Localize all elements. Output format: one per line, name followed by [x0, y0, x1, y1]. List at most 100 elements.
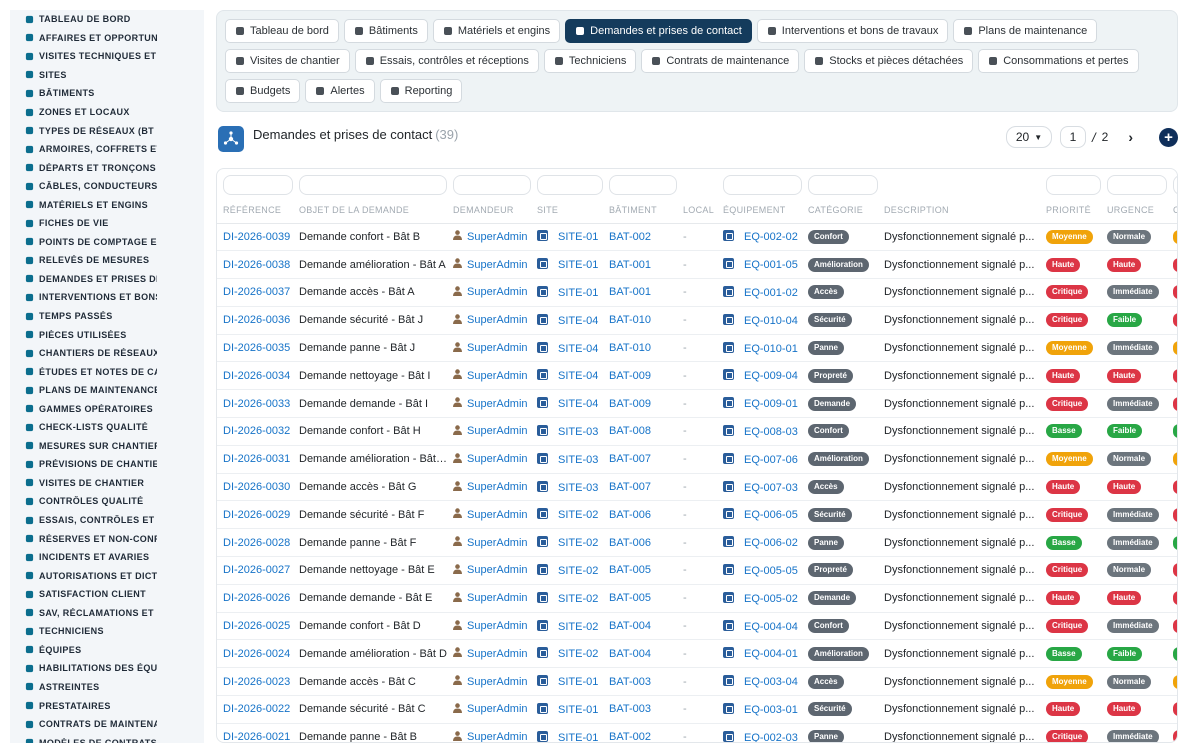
column-header[interactable]: OBJET DE LA DEMANDE — [293, 197, 447, 224]
reference-link[interactable]: DI-2026-0028 — [217, 529, 293, 557]
site-link[interactable]: SITE-04 — [558, 343, 598, 355]
column-header[interactable]: ÉQUIPEMENT — [717, 197, 802, 224]
reference-link[interactable]: DI-2026-0024 — [217, 640, 293, 668]
sidebar-item[interactable]: DEMANDES ET PRISES DE CONTACT — [10, 270, 204, 289]
demandeur-link[interactable]: SuperAdmin — [453, 453, 528, 466]
sidebar-item[interactable]: PIÈCES UTILISÉES — [10, 325, 204, 344]
site-link[interactable]: SITE-01 — [558, 231, 598, 243]
tab[interactable]: Alertes — [305, 79, 375, 103]
sidebar-item[interactable]: PLANS DE MAINTENANCE — [10, 381, 204, 400]
table-row[interactable]: DI-2026-0021 Demande panne - Bât B SuperAd… — [217, 723, 1177, 742]
reference-link[interactable]: DI-2026-0025 — [217, 612, 293, 640]
site-link[interactable]: SITE-01 — [558, 259, 598, 271]
demandeur-link[interactable]: SuperAdmin — [453, 341, 528, 355]
sidebar-item[interactable]: CHECK-LISTS QUALITÉ — [10, 418, 204, 437]
sidebar-item[interactable]: CONTRÔLES QUALITÉ — [10, 492, 204, 511]
site-link[interactable]: SITE-01 — [558, 676, 598, 688]
sidebar-item[interactable]: ESSAIS, CONTRÔLES ET RÉCEPTIONS — [10, 511, 204, 530]
tab[interactable]: Contrats de maintenance — [641, 49, 800, 73]
sidebar-item[interactable]: CÂBLES, CONDUCTEURS — [10, 177, 204, 196]
reference-link[interactable]: DI-2026-0027 — [217, 557, 293, 585]
table-row[interactable]: DI-2026-0036 Demande sécurité - Bât J Supe… — [217, 306, 1177, 335]
sidebar-item[interactable]: SAV, RÉCLAMATIONS ET GARANTIES — [10, 604, 204, 623]
site-link[interactable]: SITE-04 — [558, 315, 598, 327]
table-row[interactable]: DI-2026-0033 Demande demande - Bât I Super… — [217, 390, 1177, 418]
column-header[interactable]: C — [1167, 197, 1177, 224]
demandeur-link[interactable]: SuperAdmin — [453, 230, 528, 243]
equipement-link[interactable]: EQ-005-02 — [744, 593, 798, 605]
site-link[interactable]: SITE-01 — [558, 732, 598, 742]
sidebar-item[interactable]: AFFAIRES ET OPPORTUNITÉS — [10, 29, 204, 48]
sidebar-item[interactable]: VISITES TECHNIQUES ET AUDITS — [10, 47, 204, 66]
column-header[interactable]: PRIORITÉ — [1040, 197, 1101, 224]
demandeur-link[interactable]: SuperAdmin — [453, 675, 528, 688]
tab[interactable]: Visites de chantier — [225, 49, 350, 73]
reference-link[interactable]: DI-2026-0039 — [217, 223, 293, 251]
sidebar-item[interactable]: TECHNICIENS — [10, 622, 204, 641]
batiment-link[interactable]: BAT-004 — [603, 612, 677, 640]
table-row[interactable]: DI-2026-0034 Demande nettoyage - Bât I Sup… — [217, 362, 1177, 390]
equipement-link[interactable]: EQ-005-05 — [744, 565, 798, 577]
demandeur-link[interactable]: SuperAdmin — [453, 508, 528, 521]
tab[interactable]: Consommations et pertes — [978, 49, 1139, 73]
column-filter-input[interactable] — [1046, 174, 1101, 195]
tab[interactable]: Techniciens — [543, 49, 637, 73]
sidebar-item[interactable]: ÉQUIPES — [10, 641, 204, 660]
sidebar-item[interactable]: INCIDENTS ET AVARIES — [10, 548, 204, 567]
site-link[interactable]: SITE-02 — [558, 621, 598, 633]
sidebar-item[interactable]: TYPES DE RÉSEAUX (BT / HTA) — [10, 121, 204, 140]
sidebar-item[interactable]: VISITES DE CHANTIER — [10, 474, 204, 493]
sidebar-item[interactable]: TEMPS PASSÉS — [10, 307, 204, 326]
column-filter-input[interactable] — [1173, 174, 1177, 195]
sidebar-item[interactable]: PRESTATAIRES — [10, 696, 204, 715]
table-row[interactable]: DI-2026-0029 Demande sécurité - Bât F Supe… — [217, 501, 1177, 529]
tab[interactable]: Bâtiments — [343, 19, 428, 43]
site-link[interactable]: SITE-02 — [558, 537, 598, 549]
sidebar-item[interactable]: RÉSERVES ET NON-CONFORMITÉS — [10, 529, 204, 548]
equipement-link[interactable]: EQ-007-06 — [744, 454, 798, 466]
site-link[interactable]: SITE-02 — [558, 565, 598, 577]
tab[interactable]: Interventions et bons de travaux — [756, 19, 949, 43]
batiment-link[interactable]: BAT-006 — [603, 529, 677, 557]
demandeur-link[interactable]: SuperAdmin — [453, 425, 528, 438]
sidebar-item[interactable]: MESURES SUR CHANTIER — [10, 437, 204, 456]
sidebar-item[interactable]: DÉPARTS ET TRONÇONS — [10, 158, 204, 177]
next-page-button[interactable]: › — [1128, 129, 1133, 145]
batiment-link[interactable]: BAT-009 — [603, 362, 677, 390]
equipement-link[interactable]: EQ-001-02 — [744, 287, 798, 299]
sidebar-item[interactable]: HABILITATIONS DES ÉQUIPES — [10, 659, 204, 678]
column-header[interactable]: SITE — [531, 197, 603, 224]
batiment-link[interactable]: BAT-003 — [603, 696, 677, 724]
reference-link[interactable]: DI-2026-0021 — [217, 723, 293, 742]
reference-link[interactable]: DI-2026-0033 — [217, 390, 293, 418]
column-header[interactable]: RÉFÉRENCE — [217, 197, 293, 224]
table-row[interactable]: DI-2026-0035 Demande panne - Bât J SuperAd… — [217, 334, 1177, 362]
tab[interactable]: Reporting — [379, 79, 463, 103]
tab[interactable]: Budgets — [225, 79, 301, 103]
sidebar-item[interactable]: SATISFACTION CLIENT — [10, 585, 204, 604]
equipement-link[interactable]: EQ-001-05 — [744, 259, 798, 271]
batiment-link[interactable]: BAT-005 — [603, 557, 677, 585]
demandeur-link[interactable]: SuperAdmin — [453, 564, 528, 577]
column-header[interactable]: BÂTIMENT — [603, 197, 677, 224]
batiment-link[interactable]: BAT-009 — [603, 390, 677, 418]
current-page-input[interactable]: 1 — [1060, 126, 1087, 148]
reference-link[interactable]: DI-2026-0037 — [217, 279, 293, 307]
site-link[interactable]: SITE-03 — [558, 426, 598, 438]
batiment-link[interactable]: BAT-008 — [603, 418, 677, 446]
site-link[interactable]: SITE-02 — [558, 509, 598, 521]
tab[interactable]: Matériels et engins — [432, 19, 561, 43]
equipement-link[interactable]: EQ-002-03 — [744, 732, 798, 742]
column-header[interactable]: DESCRIPTION — [878, 197, 1040, 224]
reference-link[interactable]: DI-2026-0031 — [217, 445, 293, 473]
tab[interactable]: Stocks et pièces détachées — [804, 49, 974, 73]
sidebar-item[interactable]: RELEVÉS DE MESURES — [10, 251, 204, 270]
column-header[interactable]: DEMANDEUR — [447, 197, 531, 224]
tab[interactable]: Tableau de bord — [225, 19, 339, 43]
reference-link[interactable]: DI-2026-0026 — [217, 584, 293, 612]
table-row[interactable]: DI-2026-0028 Demande panne - Bât F SuperAd… — [217, 529, 1177, 557]
sidebar-item[interactable]: MODÈLES DE CONTRATS — [10, 733, 204, 743]
column-filter-input[interactable] — [537, 174, 603, 195]
demandeur-link[interactable]: SuperAdmin — [453, 647, 528, 660]
column-filter-input[interactable] — [223, 174, 293, 195]
